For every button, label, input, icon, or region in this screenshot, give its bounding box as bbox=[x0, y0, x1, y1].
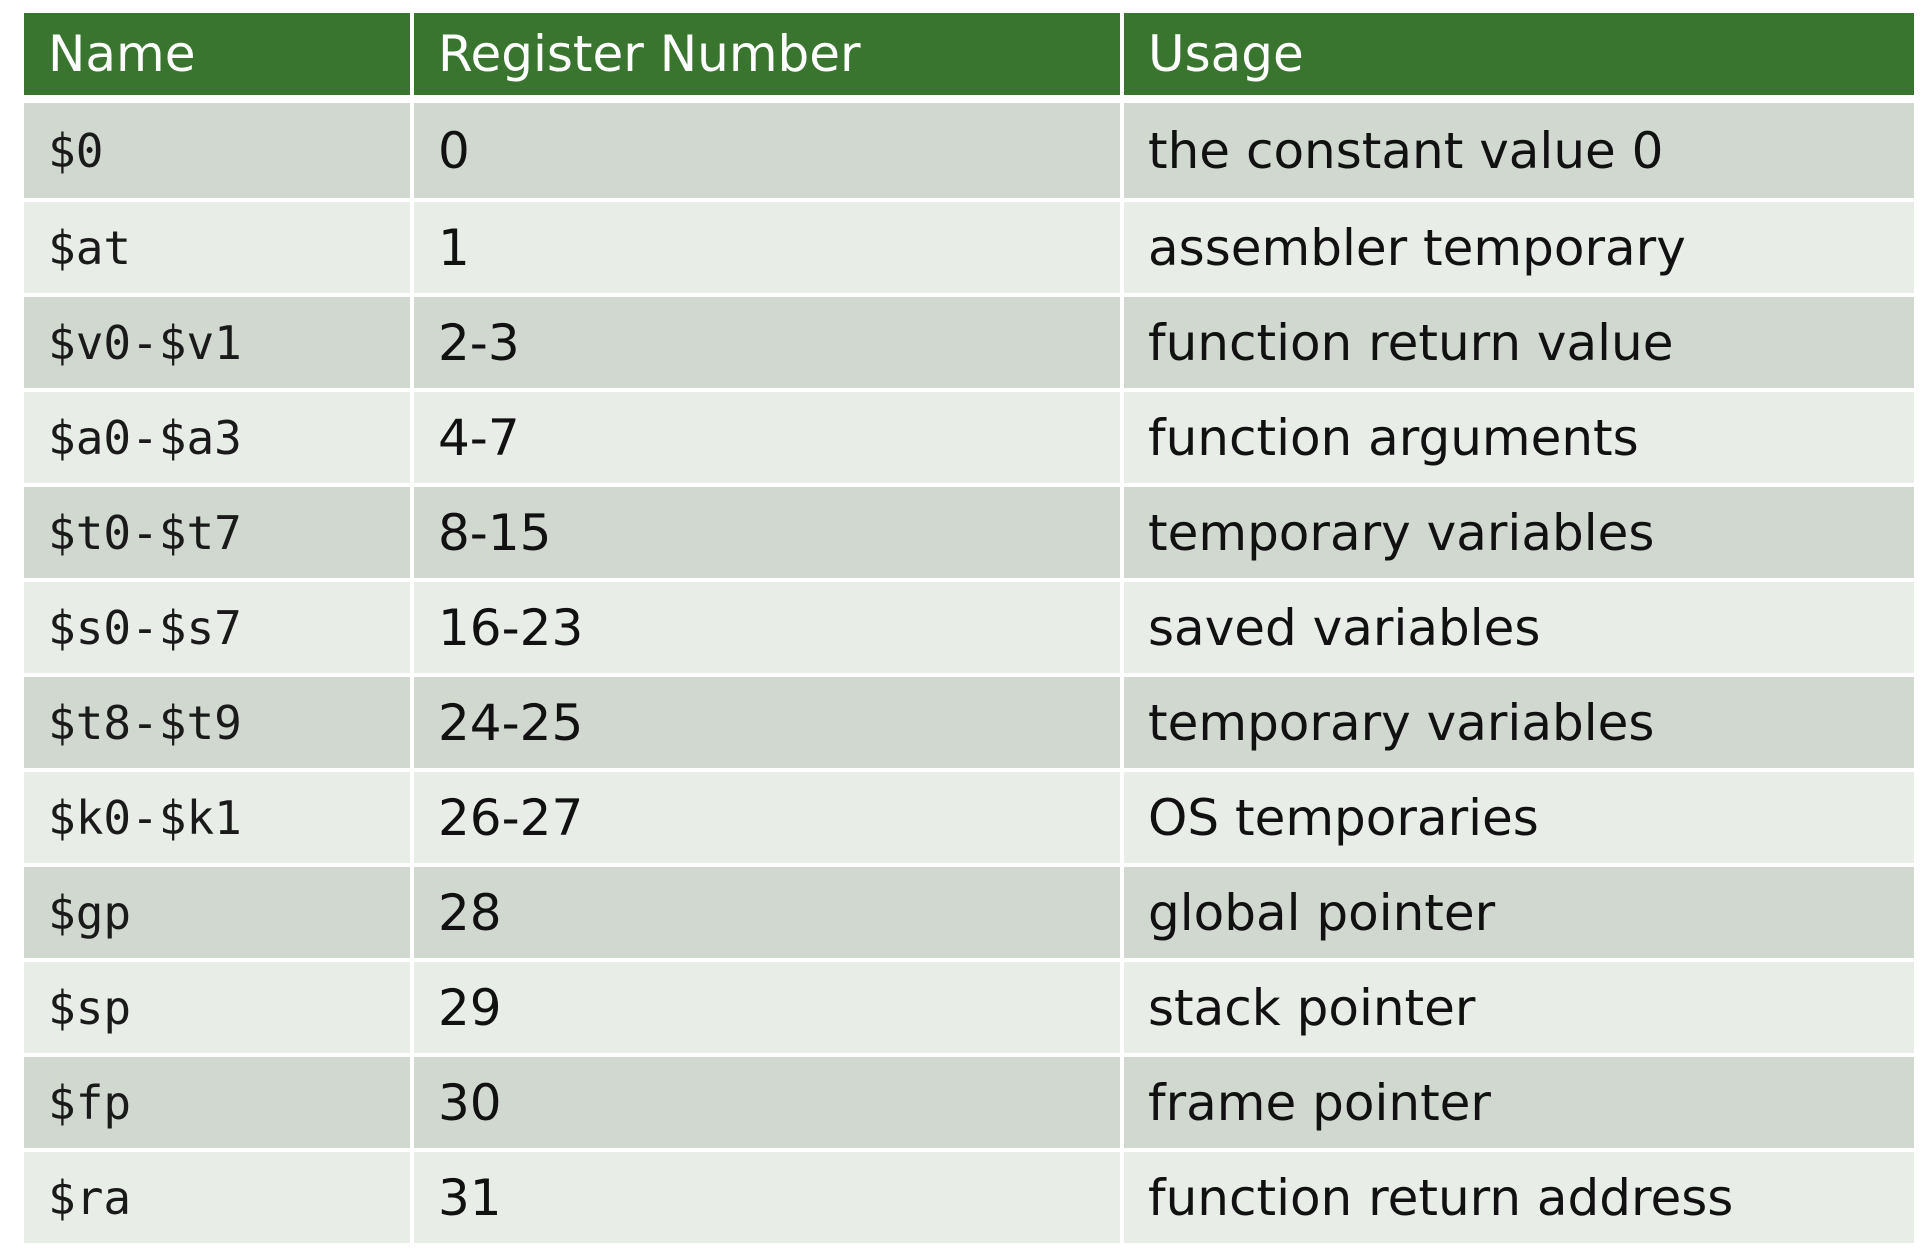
column-header-register-number: Register Number bbox=[410, 13, 1120, 103]
table-row: $t8-$t9 24-25 temporary variables bbox=[24, 673, 1914, 768]
column-header-usage: Usage bbox=[1120, 13, 1914, 103]
register-name: $gp bbox=[24, 863, 410, 958]
table-row: $s0-$s7 16-23 saved variables bbox=[24, 578, 1914, 673]
register-name: $a0-$a3 bbox=[24, 388, 410, 483]
register-name: $ra bbox=[24, 1148, 410, 1243]
register-usage: OS temporaries bbox=[1120, 768, 1914, 863]
register-name: $v0-$v1 bbox=[24, 293, 410, 388]
table-row: $k0-$k1 26-27 OS temporaries bbox=[24, 768, 1914, 863]
register-usage: saved variables bbox=[1120, 578, 1914, 673]
table-body: $0 0 the constant value 0 $at 1 assemble… bbox=[24, 103, 1914, 1243]
table-row: $sp 29 stack pointer bbox=[24, 958, 1914, 1053]
register-number: 31 bbox=[410, 1148, 1120, 1243]
register-usage: temporary variables bbox=[1120, 483, 1914, 578]
register-usage: the constant value 0 bbox=[1120, 103, 1914, 198]
register-name: $at bbox=[24, 198, 410, 293]
register-name: $k0-$k1 bbox=[24, 768, 410, 863]
register-number: 29 bbox=[410, 958, 1120, 1053]
register-number: 8-15 bbox=[410, 483, 1120, 578]
table-row: $fp 30 frame pointer bbox=[24, 1053, 1914, 1148]
register-name: $t8-$t9 bbox=[24, 673, 410, 768]
register-number: 0 bbox=[410, 103, 1120, 198]
register-table: Name Register Number Usage $0 0 the cons… bbox=[24, 13, 1914, 1243]
table-row: $at 1 assembler temporary bbox=[24, 198, 1914, 293]
register-name: $s0-$s7 bbox=[24, 578, 410, 673]
register-number: 24-25 bbox=[410, 673, 1120, 768]
register-name: $0 bbox=[24, 103, 410, 198]
column-header-name: Name bbox=[24, 13, 410, 103]
register-usage: stack pointer bbox=[1120, 958, 1914, 1053]
register-usage: frame pointer bbox=[1120, 1053, 1914, 1148]
register-usage: temporary variables bbox=[1120, 673, 1914, 768]
register-number: 16-23 bbox=[410, 578, 1120, 673]
register-number: 28 bbox=[410, 863, 1120, 958]
register-name: $fp bbox=[24, 1053, 410, 1148]
register-name: $t0-$t7 bbox=[24, 483, 410, 578]
table-row: $t0-$t7 8-15 temporary variables bbox=[24, 483, 1914, 578]
register-usage: global pointer bbox=[1120, 863, 1914, 958]
register-usage: function return value bbox=[1120, 293, 1914, 388]
table-header: Name Register Number Usage bbox=[24, 13, 1914, 103]
register-usage: assembler temporary bbox=[1120, 198, 1914, 293]
register-number: 30 bbox=[410, 1053, 1120, 1148]
table-row: $ra 31 function return address bbox=[24, 1148, 1914, 1243]
table-row: $a0-$a3 4-7 function arguments bbox=[24, 388, 1914, 483]
register-number: 1 bbox=[410, 198, 1120, 293]
register-usage: function arguments bbox=[1120, 388, 1914, 483]
table-row: $0 0 the constant value 0 bbox=[24, 103, 1914, 198]
table-row: $gp 28 global pointer bbox=[24, 863, 1914, 958]
register-number: 2-3 bbox=[410, 293, 1120, 388]
register-number: 4-7 bbox=[410, 388, 1120, 483]
register-number: 26-27 bbox=[410, 768, 1120, 863]
register-name: $sp bbox=[24, 958, 410, 1053]
table-row: $v0-$v1 2-3 function return value bbox=[24, 293, 1914, 388]
register-usage: function return address bbox=[1120, 1148, 1914, 1243]
header-row: Name Register Number Usage bbox=[24, 13, 1914, 103]
